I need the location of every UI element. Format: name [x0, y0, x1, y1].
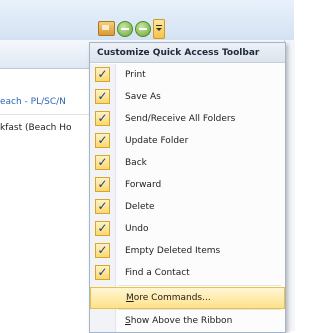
menu-item-label: Undo	[125, 224, 149, 234]
menu-item-print[interactable]: ✓ Print	[90, 64, 285, 86]
checkmark-icon: ✓	[95, 177, 110, 192]
menu-item-delete[interactable]: ✓ Delete	[90, 196, 285, 218]
list-item[interactable]: kfast (Beach Ho	[0, 116, 92, 140]
menu-item-label: Find a Contact	[125, 268, 190, 278]
menu-item-forward[interactable]: ✓ Forward	[90, 174, 285, 196]
checkmark-icon: ✓	[95, 199, 110, 214]
menu-item-label: Save As	[125, 92, 161, 102]
menu-title: Customize Quick Access Toolbar	[90, 43, 285, 63]
menu-item-update-folder[interactable]: ✓ Update Folder	[90, 130, 285, 152]
menu-item-label: Forward	[125, 180, 162, 190]
customize-dropdown-icon[interactable]	[153, 19, 165, 39]
menu-item-back[interactable]: ✓ Back	[90, 152, 285, 174]
forward-icon[interactable]	[135, 21, 151, 37]
menu-item-label: Send/Receive All Folders	[125, 114, 236, 124]
menu-item-empty-deleted-items[interactable]: ✓ Empty Deleted Items	[90, 240, 285, 262]
checkmark-icon: ✓	[95, 89, 110, 104]
checkmark-icon: ✓	[95, 111, 110, 126]
menu-item-label: Delete	[125, 202, 155, 212]
menu-item-find-contact[interactable]: ✓ Find a Contact	[90, 262, 285, 284]
menu-item-label: Back	[125, 158, 147, 168]
list-item[interactable]: each - PL/SC/N	[0, 90, 92, 115]
menu-item-label: Print	[125, 70, 146, 80]
menu-item-undo[interactable]: ✓ Undo	[90, 218, 285, 240]
customize-qat-menu: Customize Quick Access Toolbar ✓ Print ✓…	[89, 42, 286, 333]
menu-item-save-as[interactable]: ✓ Save As	[90, 86, 285, 108]
menu-item-label: More Commands...	[126, 293, 211, 303]
checkmark-icon: ✓	[95, 265, 110, 280]
menu-item-more-commands[interactable]: More Commands...	[90, 287, 285, 309]
send-receive-icon[interactable]	[98, 21, 115, 36]
menu-item-label: Show Above the Ribbon	[125, 316, 233, 326]
menu-item-label: Empty Deleted Items	[125, 246, 221, 256]
quick-access-toolbar	[0, 0, 294, 41]
menu-item-show-above-ribbon[interactable]: Show Above the Ribbon	[90, 310, 285, 332]
checkmark-icon: ✓	[95, 67, 110, 82]
menu-separator	[118, 285, 281, 286]
menu-item-label: Update Folder	[125, 136, 189, 146]
checkmark-icon: ✓	[95, 221, 110, 236]
menu-item-send-receive[interactable]: ✓ Send/Receive All Folders	[90, 108, 285, 130]
back-icon[interactable]	[117, 21, 133, 37]
checkmark-icon: ✓	[95, 243, 110, 258]
checkmark-icon: ✓	[95, 155, 110, 170]
checkmark-icon: ✓	[95, 133, 110, 148]
